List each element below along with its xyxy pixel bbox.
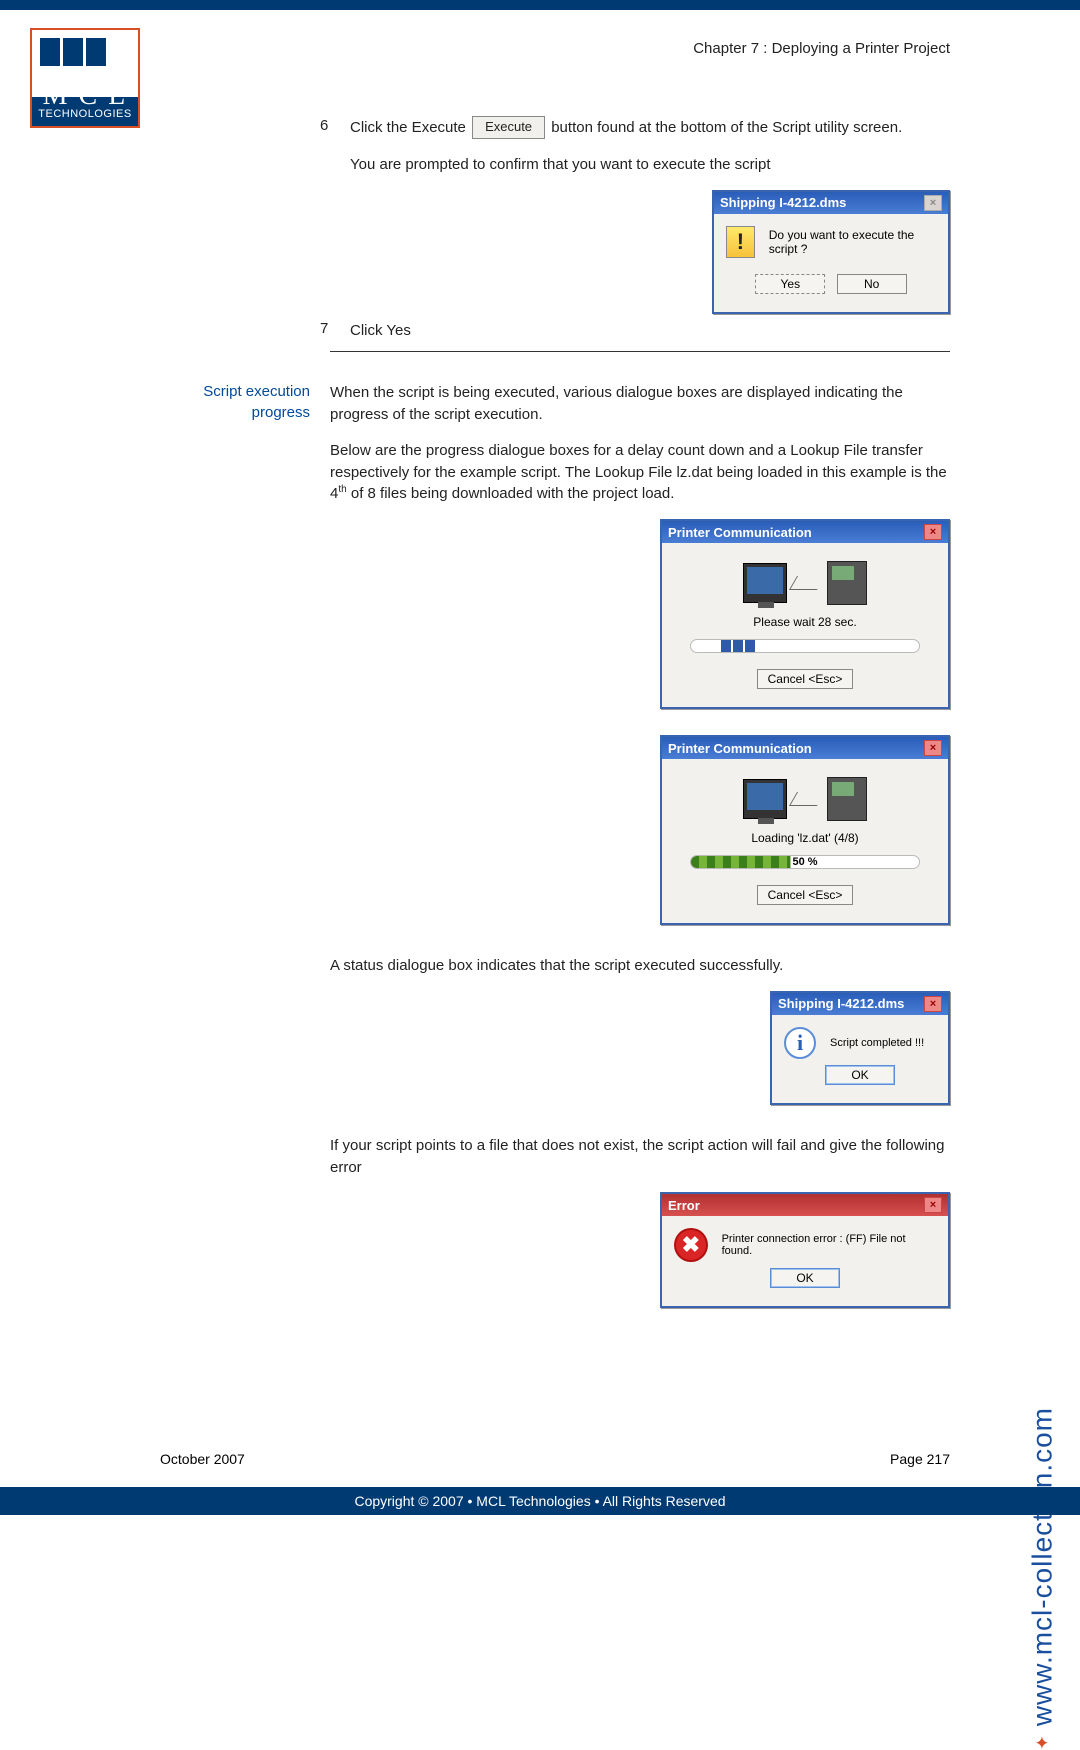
monitor-icon — [743, 563, 787, 603]
printer-icon — [827, 777, 867, 821]
logo-text-sub: TECHNOLOGIES — [38, 108, 131, 120]
step-6-prompt: You are prompted to confirm that you wan… — [350, 154, 950, 176]
section-label-l2: progress — [252, 404, 310, 421]
step-7: 7 Click Yes — [320, 320, 950, 342]
progress-dialog-1: Printer Communication × Please wait 28 s… — [660, 519, 950, 709]
logo-text-main: M C L — [32, 83, 138, 108]
step-number: 7 — [320, 320, 350, 342]
progress-bar-indeterminate — [690, 639, 920, 653]
progress-dialog-2: Printer Communication × Loading 'lz.dat'… — [660, 735, 950, 925]
mcl-logo: M C L TECHNOLOGIES — [30, 28, 140, 128]
step-7-text: Click Yes — [350, 320, 950, 342]
progress1-status: Please wait 28 sec. — [674, 615, 936, 629]
footer-line: October 2007 Page 217 — [160, 1451, 950, 1467]
monitor-icon — [743, 779, 787, 819]
ok-button[interactable]: OK — [825, 1065, 895, 1085]
confirm-dialog: Shipping I-4212.dms × ! Do you want to e… — [712, 190, 950, 314]
close-icon[interactable]: × — [924, 1197, 942, 1213]
device-icons — [674, 561, 936, 605]
success-message: Script completed !!! — [830, 1037, 924, 1049]
page: M C L TECHNOLOGIES Chapter 7 : Deploying… — [0, 10, 1080, 1490]
section1-p2: Below are the progress dialogue boxes fo… — [330, 440, 950, 505]
error-intro: If your script points to a file that doe… — [330, 1135, 950, 1179]
confirm-message: Do you want to execute the script ? — [769, 228, 936, 256]
error-dialog: Error × ✖ Printer connection error : (FF… — [660, 1192, 950, 1308]
close-icon[interactable]: × — [924, 195, 942, 211]
left-column: M C L TECHNOLOGIES — [0, 10, 160, 1490]
yes-button[interactable]: Yes — [755, 274, 825, 294]
success-intro: A status dialogue box indicates that the… — [330, 955, 950, 977]
no-button[interactable]: No — [837, 274, 907, 294]
chapter-heading: Chapter 7 : Deploying a Printer Project — [330, 40, 950, 57]
progress1-title: Printer Communication — [668, 525, 812, 540]
step-number: 6 — [320, 117, 350, 140]
close-icon[interactable]: × — [924, 996, 942, 1012]
section-label-l1: Script execution — [203, 383, 310, 400]
footer-date: October 2007 — [160, 1451, 245, 1467]
cancel-button[interactable]: Cancel <Esc> — [757, 669, 854, 689]
error-message: Printer connection error : (FF) File not… — [722, 1233, 936, 1257]
section1-p1: When the script is being executed, vario… — [330, 382, 950, 426]
step-6-text-a: Click the Execute — [350, 119, 466, 136]
device-icons — [674, 777, 936, 821]
progress-percent: 50 % — [790, 856, 819, 868]
step-6-text-b: button found at the bottom of the Script… — [551, 119, 902, 136]
copyright-bar: Copyright © 2007 • MCL Technologies • Al… — [0, 1487, 1080, 1515]
sidebar-url: ✦ www.mcl-collection.com — [1026, 1407, 1058, 1750]
progress2-status: Loading 'lz.dat' (4/8) — [674, 831, 936, 845]
section-script-progress: Script execution progress When the scrip… — [330, 382, 950, 1314]
success-title: Shipping I-4212.dms — [778, 996, 904, 1011]
progress2-title: Printer Communication — [668, 741, 812, 756]
ok-button[interactable]: OK — [770, 1268, 840, 1288]
error-title: Error — [668, 1198, 700, 1213]
close-icon[interactable]: × — [924, 524, 942, 540]
confirm-dialog-title: Shipping I-4212.dms — [720, 195, 846, 210]
arrow-icon: ✦ — [1032, 1734, 1053, 1750]
step-6: 6 Click the Execute Execute button found… — [320, 117, 950, 140]
printer-icon — [827, 561, 867, 605]
close-icon[interactable]: × — [924, 740, 942, 756]
top-accent-bar — [0, 0, 1080, 10]
execute-button[interactable]: Execute — [472, 116, 545, 139]
divider — [330, 351, 950, 352]
main-column: Chapter 7 : Deploying a Printer Project … — [160, 10, 1080, 1490]
success-dialog: Shipping I-4212.dms × i Script completed… — [770, 991, 950, 1105]
cancel-button[interactable]: Cancel <Esc> — [757, 885, 854, 905]
progress-bar: 50 % — [690, 855, 920, 869]
error-icon: ✖ — [674, 1228, 708, 1262]
footer-page: Page 217 — [890, 1451, 950, 1467]
info-icon: i — [784, 1027, 816, 1059]
warning-icon: ! — [726, 226, 755, 258]
